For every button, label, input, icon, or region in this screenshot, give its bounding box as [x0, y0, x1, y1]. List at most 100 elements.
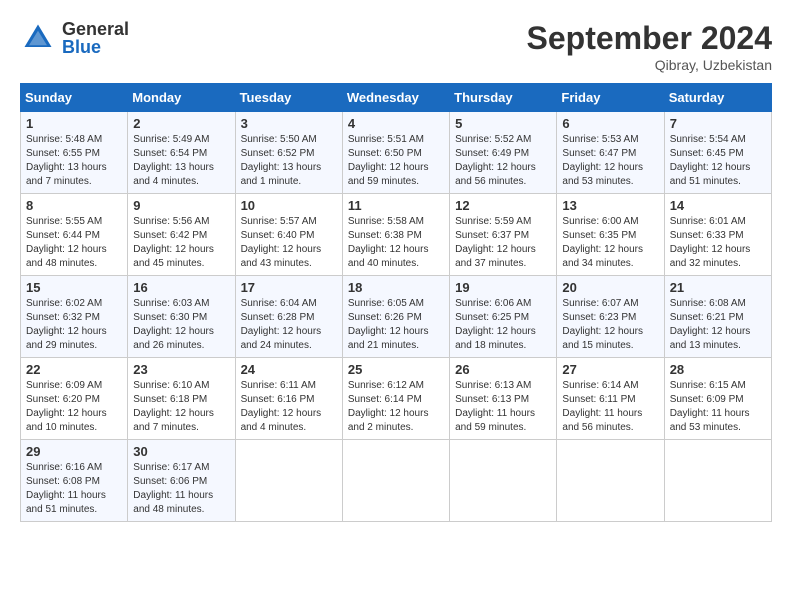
day-info: Sunrise: 5:49 AM Sunset: 6:54 PM Dayligh… — [133, 133, 229, 189]
calendar-cell: 24 Sunrise: 6:11 AM Sunset: 6:16 PM Dayli… — [235, 358, 342, 440]
calendar-week-row: 22 Sunrise: 6:09 AM Sunset: 6:20 PM Dayli… — [21, 358, 772, 440]
day-number: 7 — [670, 116, 766, 131]
calendar-week-row: 15 Sunrise: 6:02 AM Sunset: 6:32 PM Dayli… — [21, 276, 772, 358]
day-number: 11 — [348, 198, 444, 213]
day-info: Sunrise: 6:16 AM Sunset: 6:08 PM Dayligh… — [26, 461, 122, 517]
calendar-cell: 25 Sunrise: 6:12 AM Sunset: 6:14 PM Dayli… — [342, 358, 449, 440]
calendar-cell: 28 Sunrise: 6:15 AM Sunset: 6:09 PM Dayli… — [664, 358, 771, 440]
day-info: Sunrise: 5:52 AM Sunset: 6:49 PM Dayligh… — [455, 133, 551, 189]
day-of-week-header: Sunday — [21, 84, 128, 112]
day-number: 13 — [562, 198, 658, 213]
day-info: Sunrise: 6:08 AM Sunset: 6:21 PM Dayligh… — [670, 297, 766, 353]
day-info: Sunrise: 6:00 AM Sunset: 6:35 PM Dayligh… — [562, 215, 658, 271]
calendar-cell: 13 Sunrise: 6:00 AM Sunset: 6:35 PM Dayli… — [557, 194, 664, 276]
day-number: 24 — [241, 362, 337, 377]
day-of-week-header: Tuesday — [235, 84, 342, 112]
day-number: 16 — [133, 280, 229, 295]
day-number: 6 — [562, 116, 658, 131]
calendar-cell: 19Sunrise: 6:06 AM Sunset: 6:25 PM Dayli… — [450, 276, 557, 358]
day-number: 23 — [133, 362, 229, 377]
logo-icon — [20, 20, 56, 56]
calendar-cell: 4 Sunrise: 5:51 AM Sunset: 6:50 PM Daylig… — [342, 112, 449, 194]
calendar-cell: 27 Sunrise: 6:14 AM Sunset: 6:11 PM Dayli… — [557, 358, 664, 440]
calendar-cell: 20 Sunrise: 6:07 AM Sunset: 6:23 PM Dayli… — [557, 276, 664, 358]
calendar-cell: 29 Sunrise: 6:16 AM Sunset: 6:08 PM Dayli… — [21, 440, 128, 522]
day-info: Sunrise: 5:57 AM Sunset: 6:40 PM Dayligh… — [241, 215, 337, 271]
calendar-cell: 9 Sunrise: 5:56 AM Sunset: 6:42 PM Daylig… — [128, 194, 235, 276]
day-number: 5 — [455, 116, 551, 131]
calendar-cell: 12 Sunrise: 5:59 AM Sunset: 6:37 PM Dayli… — [450, 194, 557, 276]
day-info: Sunrise: 5:56 AM Sunset: 6:42 PM Dayligh… — [133, 215, 229, 271]
calendar-week-row: 29 Sunrise: 6:16 AM Sunset: 6:08 PM Dayli… — [21, 440, 772, 522]
day-info: Sunrise: 5:51 AM Sunset: 6:50 PM Dayligh… — [348, 133, 444, 189]
day-number: 21 — [670, 280, 766, 295]
day-info: Sunrise: 5:50 AM Sunset: 6:52 PM Dayligh… — [241, 133, 337, 189]
logo: General Blue — [20, 20, 129, 56]
day-number: 29 — [26, 444, 122, 459]
day-info: Sunrise: 5:48 AM Sunset: 6:55 PM Dayligh… — [26, 133, 122, 189]
day-of-week-header: Wednesday — [342, 84, 449, 112]
day-number: 9 — [133, 198, 229, 213]
calendar-cell: 8 Sunrise: 5:55 AM Sunset: 6:44 PM Daylig… — [21, 194, 128, 276]
day-info: Sunrise: 5:55 AM Sunset: 6:44 PM Dayligh… — [26, 215, 122, 271]
day-number: 3 — [241, 116, 337, 131]
calendar-cell: 11 Sunrise: 5:58 AM Sunset: 6:38 PM Dayli… — [342, 194, 449, 276]
calendar-cell — [235, 440, 342, 522]
day-of-week-header: Friday — [557, 84, 664, 112]
day-number: 15 — [26, 280, 122, 295]
day-number: 17 — [241, 280, 337, 295]
calendar-cell: 2 Sunrise: 5:49 AM Sunset: 6:54 PM Daylig… — [128, 112, 235, 194]
day-of-week-header: Thursday — [450, 84, 557, 112]
day-info: Sunrise: 6:17 AM Sunset: 6:06 PM Dayligh… — [133, 461, 229, 517]
day-number: 28 — [670, 362, 766, 377]
calendar-week-row: 1 Sunrise: 5:48 AM Sunset: 6:55 PM Daylig… — [21, 112, 772, 194]
day-number: 25 — [348, 362, 444, 377]
day-number: 12 — [455, 198, 551, 213]
day-info: Sunrise: 5:58 AM Sunset: 6:38 PM Dayligh… — [348, 215, 444, 271]
day-of-week-header: Monday — [128, 84, 235, 112]
day-info: Sunrise: 6:05 AM Sunset: 6:26 PM Dayligh… — [348, 297, 444, 353]
day-number: 22 — [26, 362, 122, 377]
calendar-cell: 5 Sunrise: 5:52 AM Sunset: 6:49 PM Daylig… — [450, 112, 557, 194]
logo-blue: Blue — [62, 38, 129, 56]
calendar-table: SundayMondayTuesdayWednesdayThursdayFrid… — [20, 83, 772, 522]
page-header: General Blue September 2024 Qibray, Uzbe… — [20, 20, 772, 73]
calendar-cell: 7 Sunrise: 5:54 AM Sunset: 6:45 PM Daylig… — [664, 112, 771, 194]
location: Qibray, Uzbekistan — [527, 57, 772, 73]
calendar-cell: 14Sunrise: 6:01 AM Sunset: 6:33 PM Dayli… — [664, 194, 771, 276]
day-info: Sunrise: 6:09 AM Sunset: 6:20 PM Dayligh… — [26, 379, 122, 435]
day-number: 4 — [348, 116, 444, 131]
calendar-cell: 22 Sunrise: 6:09 AM Sunset: 6:20 PM Dayli… — [21, 358, 128, 440]
day-number: 8 — [26, 198, 122, 213]
day-number: 20 — [562, 280, 658, 295]
day-number: 18 — [348, 280, 444, 295]
day-info: Sunrise: 6:02 AM Sunset: 6:32 PM Dayligh… — [26, 297, 122, 353]
calendar-cell: 16 Sunrise: 6:03 AM Sunset: 6:30 PM Dayli… — [128, 276, 235, 358]
day-info: Sunrise: 6:07 AM Sunset: 6:23 PM Dayligh… — [562, 297, 658, 353]
day-info: Sunrise: 6:11 AM Sunset: 6:16 PM Dayligh… — [241, 379, 337, 435]
day-number: 2 — [133, 116, 229, 131]
day-info: Sunrise: 6:12 AM Sunset: 6:14 PM Dayligh… — [348, 379, 444, 435]
day-info: Sunrise: 6:06 AM Sunset: 6:25 PM Dayligh… — [455, 297, 551, 353]
logo-text: General Blue — [62, 20, 129, 56]
calendar-cell — [664, 440, 771, 522]
calendar-cell: 1 Sunrise: 5:48 AM Sunset: 6:55 PM Daylig… — [21, 112, 128, 194]
day-number: 27 — [562, 362, 658, 377]
calendar-cell: 30Sunrise: 6:17 AM Sunset: 6:06 PM Dayli… — [128, 440, 235, 522]
calendar-cell — [342, 440, 449, 522]
day-info: Sunrise: 6:03 AM Sunset: 6:30 PM Dayligh… — [133, 297, 229, 353]
logo-general: General — [62, 20, 129, 38]
day-info: Sunrise: 5:53 AM Sunset: 6:47 PM Dayligh… — [562, 133, 658, 189]
day-info: Sunrise: 6:14 AM Sunset: 6:11 PM Dayligh… — [562, 379, 658, 435]
calendar-cell: 18 Sunrise: 6:05 AM Sunset: 6:26 PM Dayli… — [342, 276, 449, 358]
day-info: Sunrise: 5:54 AM Sunset: 6:45 PM Dayligh… — [670, 133, 766, 189]
day-info: Sunrise: 5:59 AM Sunset: 6:37 PM Dayligh… — [455, 215, 551, 271]
day-number: 26 — [455, 362, 551, 377]
calendar-cell: 15 Sunrise: 6:02 AM Sunset: 6:32 PM Dayli… — [21, 276, 128, 358]
day-number: 1 — [26, 116, 122, 131]
day-info: Sunrise: 6:15 AM Sunset: 6:09 PM Dayligh… — [670, 379, 766, 435]
day-info: Sunrise: 6:10 AM Sunset: 6:18 PM Dayligh… — [133, 379, 229, 435]
calendar-cell — [450, 440, 557, 522]
calendar-cell: 17Sunrise: 6:04 AM Sunset: 6:28 PM Dayli… — [235, 276, 342, 358]
day-of-week-header: Saturday — [664, 84, 771, 112]
